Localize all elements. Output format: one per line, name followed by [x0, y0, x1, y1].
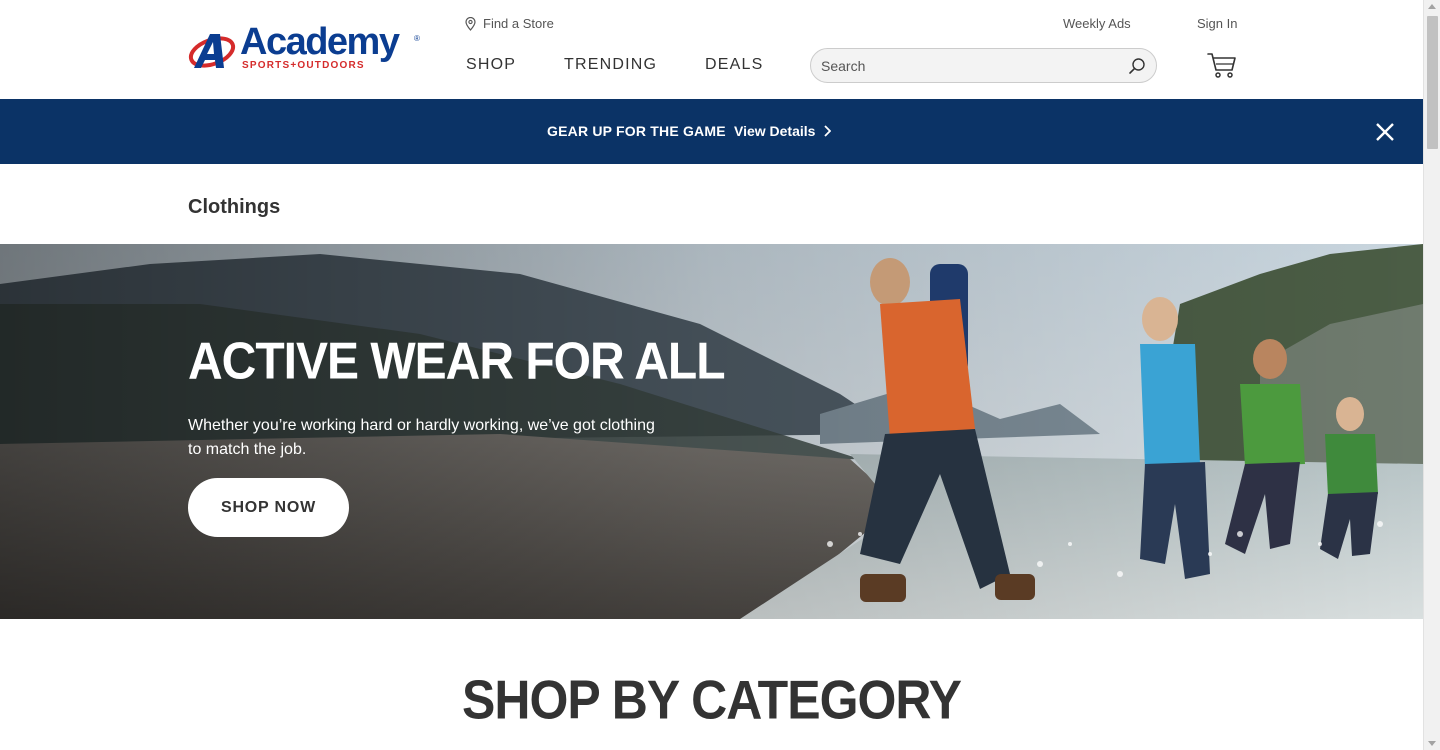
nav-deals[interactable]: DEALS	[705, 56, 763, 74]
logo-wordmark: Academy	[240, 21, 400, 63]
academy-logo[interactable]: Academy SPORTS+OUTDOORS ®	[188, 22, 420, 74]
scroll-up-arrow-icon[interactable]	[1428, 4, 1436, 9]
site-header: Academy SPORTS+OUTDOORS ® Find a Store W…	[0, 0, 1423, 99]
sign-in-link[interactable]: Sign In	[1197, 16, 1237, 31]
academy-logo-mark-icon	[188, 34, 236, 68]
promo-text: GEAR UP FOR THE GAME	[547, 123, 726, 139]
logo-registered-mark: ®	[414, 34, 420, 43]
logo-tagline: SPORTS+OUTDOORS	[242, 60, 365, 71]
shop-now-button[interactable]: SHOP NOW	[188, 478, 349, 537]
page-scrollbar[interactable]	[1423, 0, 1440, 750]
scroll-thumb[interactable]	[1427, 16, 1438, 149]
nav-shop[interactable]: SHOP	[466, 56, 516, 74]
hero-title: ACTIVE WEAR FOR ALL	[188, 333, 726, 391]
view-details-label: View Details	[734, 123, 816, 139]
find-store-link[interactable]: Find a Store	[465, 16, 554, 31]
chevron-right-icon	[824, 125, 832, 137]
nav-trending[interactable]: TRENDING	[564, 56, 657, 74]
cart-icon[interactable]	[1207, 52, 1237, 79]
search-icon[interactable]	[1128, 57, 1146, 75]
find-store-label: Find a Store	[483, 16, 554, 31]
location-pin-icon	[465, 16, 476, 31]
scroll-down-arrow-icon[interactable]	[1428, 741, 1436, 746]
shop-by-category-title: SHOP BY CATEGORY	[462, 669, 962, 731]
search-box	[810, 48, 1157, 83]
hero-banner: ACTIVE WEAR FOR ALL Whether you’re worki…	[0, 244, 1423, 619]
page-title: Clothings	[188, 196, 281, 218]
search-input[interactable]	[821, 49, 1121, 82]
hero-subtitle: Whether you’re working hard or hardly wo…	[188, 417, 655, 458]
close-icon[interactable]	[1375, 122, 1395, 142]
view-details-link[interactable]: View Details	[734, 123, 832, 139]
weekly-ads-link[interactable]: Weekly Ads	[1063, 16, 1131, 31]
promo-banner: GEAR UP FOR THE GAME View Details	[0, 99, 1423, 164]
